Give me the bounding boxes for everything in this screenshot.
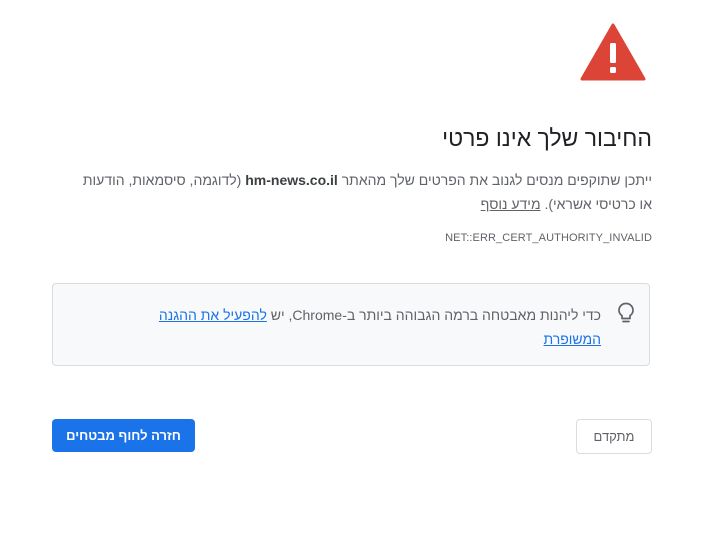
learn-more-link[interactable]: מידע נוסף xyxy=(481,196,541,212)
error-description: ייתכן שתוקפים מנסים לגנוב את הפרטים שלך … xyxy=(72,168,652,216)
lightbulb-icon xyxy=(618,302,634,323)
enhanced-protection-box: כדי ליהנות מאבטחה ברמה הגבוהה ביותר ב-Ch… xyxy=(52,283,650,366)
warning-triangle-icon xyxy=(580,23,646,81)
description-text-start: ייתכן שתוקפים מנסים לגנוב את הפרטים שלך … xyxy=(337,172,652,188)
enhanced-protection-message: כדי ליהנות מאבטחה ברמה הגבוהה ביותר ב-Ch… xyxy=(266,307,601,323)
interstitial-page: החיבור שלך אינו פרטי ייתכן שתוקפים מנסים… xyxy=(0,0,711,547)
site-domain: hm-news.co.il xyxy=(245,172,338,188)
back-to-safety-button[interactable]: חזרה לחוף מבטחים xyxy=(52,419,195,452)
advanced-button[interactable]: מתקדם xyxy=(576,419,652,454)
page-title: החיבור שלך אינו פרטי xyxy=(442,125,652,151)
enhanced-protection-text: כדי ליהנות מאבטחה ברמה הגבוהה ביותר ב-Ch… xyxy=(111,303,601,351)
error-code: NET::ERR_CERT_AUTHORITY_INVALID xyxy=(445,232,652,244)
